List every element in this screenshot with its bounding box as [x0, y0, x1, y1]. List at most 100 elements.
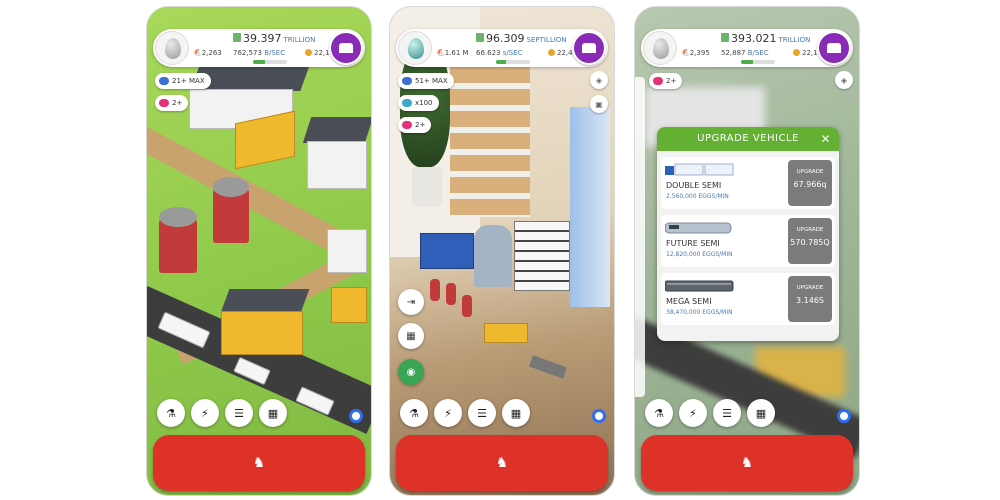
bottom-toolbar: ⚗ ⚡ ☰ ▦	[635, 399, 859, 429]
egg-icon	[408, 38, 424, 59]
chicken-count-value: 1.61 M	[444, 49, 469, 57]
drone-pill[interactable]: 51+ MAX	[398, 73, 454, 89]
boost-pill-label: 2+	[415, 121, 426, 129]
dialog-title: UPGRADE VEHICLE	[697, 133, 799, 144]
boost-icon	[402, 121, 412, 129]
flask-icon: ⚗	[654, 406, 664, 420]
flask-icon: ⚗	[409, 406, 419, 420]
heart-icon	[402, 77, 412, 85]
boost-pill[interactable]: 2+	[155, 95, 189, 111]
grid-icon: ▦	[267, 406, 279, 420]
chicken-icon: ♞	[252, 455, 266, 471]
chicken-icon: ♞	[740, 455, 754, 471]
camera-button[interactable]: ◈	[835, 71, 853, 89]
boost-pill[interactable]: 2+	[398, 117, 432, 133]
dialog-header: UPGRADE VEHICLE ✕	[657, 127, 839, 151]
mini-silo	[462, 295, 472, 317]
upgrade-button[interactable]: UPGRADE 67.966q	[788, 160, 832, 206]
boost-icon	[653, 77, 663, 85]
barn-icon	[339, 43, 353, 53]
notification-ring[interactable]	[592, 409, 606, 423]
progress-fill	[253, 60, 265, 64]
bolt-icon: ⚡	[444, 406, 452, 420]
cash-icon	[233, 33, 241, 42]
boost-button[interactable]: ⚡	[434, 399, 462, 427]
egg-type-button[interactable]	[155, 31, 189, 65]
notification-ring[interactable]	[349, 409, 363, 423]
shop-button[interactable]	[572, 31, 606, 65]
shop-button[interactable]	[329, 31, 363, 65]
money-readout: 39.397 TRILLION	[233, 32, 315, 45]
mini-house	[484, 323, 528, 343]
upgrade-vehicle-dialog: UPGRADE VEHICLE ✕ DOUBLE SEMI 2,560,000 …	[657, 127, 839, 341]
package-button[interactable]: ▣	[590, 95, 608, 113]
hen-house	[327, 229, 367, 273]
boost-pill-label: 2+	[172, 99, 183, 107]
flask-button[interactable]: ⚗	[400, 399, 428, 427]
vehicle-row: FUTURE SEMI 12,820,000 EGGS/MIN UPGRADE …	[661, 215, 835, 267]
grid-button[interactable]: ▦	[398, 323, 424, 349]
plant-pot	[412, 167, 442, 207]
drone-pill-label: 21+ MAX	[172, 77, 205, 85]
vr-headset-icon: ◉	[406, 366, 416, 378]
upgrade-button[interactable]: UPGRADE 570.785Q	[788, 218, 832, 264]
boost-icon	[159, 99, 169, 107]
mini-silo	[446, 283, 456, 305]
flask-button[interactable]: ⚗	[645, 399, 673, 427]
hatch-chicken-button[interactable]: ♞	[396, 435, 608, 491]
hatch-chicken-button[interactable]: ♞	[641, 435, 853, 491]
boost-button[interactable]: ⚡	[191, 399, 219, 427]
camera-button[interactable]: ◈	[590, 71, 608, 89]
golden-egg-icon	[548, 49, 555, 56]
bolt-icon: ⚡	[201, 406, 209, 420]
vr-button[interactable]: ◉	[398, 359, 424, 385]
heart-icon	[159, 77, 169, 85]
close-button[interactable]: ✕	[820, 127, 831, 151]
double-semi-icon	[665, 163, 734, 176]
egg-rate-value: 66.623	[476, 49, 501, 57]
package-icon: ▣	[595, 99, 603, 109]
progress-bar	[496, 60, 530, 64]
bottom-toolbar: ⚗ ⚡ ☰ ▦	[147, 399, 371, 429]
cash-icon	[476, 33, 484, 42]
stats-button[interactable]: ☰	[225, 399, 253, 427]
multiplier-pill[interactable]: x100	[398, 95, 439, 111]
progress-fill	[741, 60, 753, 64]
egg-type-button[interactable]	[398, 31, 432, 65]
egg-type-button[interactable]	[643, 31, 677, 65]
golden-egg-icon	[305, 49, 312, 56]
shop-button[interactable]	[817, 31, 851, 65]
exit-icon: ⇥	[406, 296, 416, 308]
status-bar: 39.397 TRILLION 🐔2,263 762,573 B/SEC 22,1…	[153, 29, 365, 67]
notification-ring[interactable]	[837, 409, 851, 423]
egg-rate-unit: B/SEC	[747, 49, 769, 57]
egg-rate: 66.623 s/SEC	[476, 49, 523, 57]
mega-semi-icon	[665, 280, 734, 292]
vehicle-name: MEGA SEMI	[666, 297, 712, 306]
stats-button[interactable]: ☰	[713, 399, 741, 427]
menu-button[interactable]: ▦	[747, 399, 775, 427]
money-unit: TRILLION	[778, 36, 811, 44]
flask-button[interactable]: ⚗	[157, 399, 185, 427]
hatch-chicken-button[interactable]: ♞	[153, 435, 365, 491]
boost-button[interactable]: ⚡	[679, 399, 707, 427]
chicken-count: 🐔2,263	[193, 49, 222, 57]
upgrade-label: UPGRADE	[796, 169, 824, 175]
vehicle-row: MEGA SEMI 38,470,000 EGGS/MIN UPGRADE 3.…	[661, 273, 835, 325]
menu-button[interactable]: ▦	[502, 399, 530, 427]
menu-button[interactable]: ▦	[259, 399, 287, 427]
drone-pill[interactable]: 21+ MAX	[155, 73, 211, 89]
upgrade-price: 67.966q	[793, 180, 827, 189]
upgrade-label: UPGRADE	[796, 227, 824, 233]
upgrade-price: 570.785Q	[790, 238, 830, 247]
exit-ar-button[interactable]: ⇥	[398, 289, 424, 315]
mini-truck	[529, 355, 567, 379]
upgrade-button[interactable]: UPGRADE 3.146S	[788, 276, 832, 322]
stats-button[interactable]: ☰	[468, 399, 496, 427]
boost-pill[interactable]: 2+	[649, 73, 683, 89]
upgrade-label: UPGRADE	[796, 285, 824, 291]
list-icon: ☰	[234, 406, 244, 420]
camera-icon: ◈	[595, 75, 603, 85]
money-unit: SEPTILLION	[526, 36, 567, 44]
status-bar: 96.309 SEPTILLION 🐔1.61 M 66.623 s/SEC 22…	[396, 29, 608, 67]
